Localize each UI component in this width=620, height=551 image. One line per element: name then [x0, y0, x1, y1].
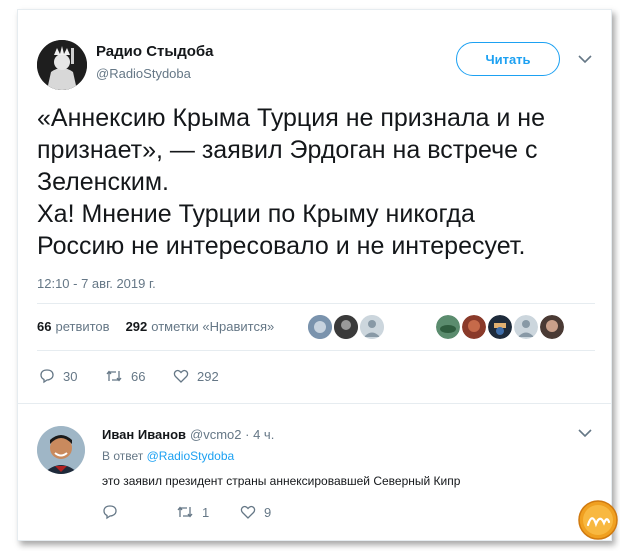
reply-time[interactable]: 4 ч.: [253, 427, 274, 442]
divider: [18, 403, 611, 404]
reply-icon: [40, 369, 54, 384]
in-reply-handle-link[interactable]: @RadioStydoba: [147, 449, 235, 463]
tweet-text-line: «Аннексию Крыма Турция не признала и не: [37, 104, 545, 132]
reply-author-avatar[interactable]: [37, 426, 85, 474]
reply-text: это заявил президент страны аннексировав…: [102, 474, 461, 488]
liker-avatar[interactable]: [308, 315, 332, 339]
chevron-down-icon[interactable]: [578, 54, 592, 64]
retweet-icon: [106, 370, 122, 382]
reply-button[interactable]: 30: [39, 368, 105, 384]
follow-button[interactable]: Читать: [456, 42, 560, 76]
retweet-count: 66: [131, 368, 146, 384]
retweet-label: ретвитов: [55, 319, 110, 334]
tweet-card: Радио Стыдоба @RadioStydoba Читать «Анне…: [17, 9, 618, 541]
retweet-stat[interactable]: 66 ретвитов: [37, 319, 110, 334]
in-reply-prefix: В ответ: [102, 449, 144, 463]
like-label: отметки «Нравится»: [151, 319, 275, 334]
author-avatar[interactable]: [37, 40, 87, 90]
reply-author-name[interactable]: Иван Иванов: [102, 427, 186, 442]
tweet-timestamp[interactable]: 12:10 - 7 авг. 2019 г.: [37, 276, 156, 291]
divider: [37, 303, 595, 304]
liker-avatar[interactable]: [514, 315, 538, 339]
heart-icon: [173, 369, 189, 383]
reply-count: 30: [63, 368, 78, 384]
liker-avatar[interactable]: [334, 315, 358, 339]
tweet-actions: 30 66 292: [39, 368, 219, 384]
tweet-text-line: Зеленским.: [37, 168, 170, 196]
watermark-logo: [578, 500, 618, 540]
reply-icon: [103, 505, 117, 520]
liker-avatar[interactable]: [488, 315, 512, 339]
like-button[interactable]: 292: [173, 368, 219, 384]
like-count: 292: [197, 368, 219, 384]
reply-actions: 1 9: [102, 504, 271, 520]
liker-avatars: [308, 315, 608, 343]
reply-author-handle[interactable]: @vcmo2: [190, 427, 242, 442]
reply-like-button[interactable]: 9: [240, 504, 271, 520]
author-name[interactable]: Радио Стыдоба: [96, 43, 214, 60]
heart-icon: [240, 505, 256, 519]
like-stat[interactable]: 292 отметки «Нравится»: [126, 319, 275, 334]
retweet-count: 66: [37, 319, 52, 334]
liker-avatar[interactable]: [540, 315, 564, 339]
chevron-down-icon[interactable]: [578, 428, 592, 438]
divider: [37, 350, 595, 351]
liker-avatar[interactable]: [360, 315, 384, 339]
reply-like-count: 9: [264, 504, 272, 520]
tweet-text-line: признает», — заявил Эрдоган на встрече с: [37, 136, 538, 164]
like-count: 292: [125, 319, 148, 334]
reply-meta: @vcmo2 · 4 ч.: [190, 427, 275, 442]
tweet-text-line: Россию не интересовало и не интересует.: [37, 232, 526, 260]
retweet-button[interactable]: 66: [105, 368, 173, 384]
tweet-text: «Аннексию Крыма Турция не признала и не …: [37, 102, 597, 262]
in-reply-to: В ответ @RadioStydoba: [102, 449, 234, 463]
reply-reply-button[interactable]: [102, 504, 176, 520]
liker-avatar[interactable]: [436, 315, 460, 339]
liker-avatar[interactable]: [462, 315, 486, 339]
retweet-icon: [177, 506, 193, 518]
author-handle[interactable]: @RadioStydoba: [96, 66, 191, 81]
reply-retweet-count: 1: [202, 504, 210, 520]
tweet-stats: 66 ретвитов 292 отметки «Нравится»: [37, 319, 290, 334]
reply-retweet-button[interactable]: 1: [176, 504, 240, 520]
tweet-text-line: Ха! Мнение Турции по Крыму никогда: [37, 200, 475, 228]
